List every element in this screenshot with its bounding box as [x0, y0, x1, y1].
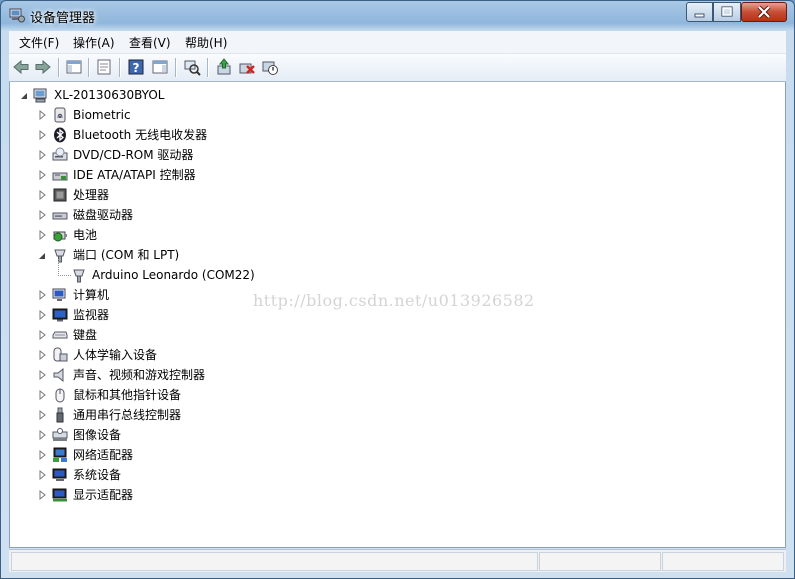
- collapsed-arrow-icon[interactable]: [38, 485, 48, 505]
- computer-icon: [33, 88, 47, 103]
- minimize-button[interactable]: [686, 2, 713, 22]
- collapsed-arrow-icon[interactable]: [38, 385, 48, 405]
- tree-category-label: Biometric: [73, 108, 131, 122]
- uninstall-icon[interactable]: [238, 58, 256, 76]
- menu-action[interactable]: 操作(A): [73, 34, 115, 51]
- collapsed-arrow-icon[interactable]: [38, 185, 48, 205]
- collapsed-arrow-icon[interactable]: [38, 305, 48, 325]
- tree-category-label: 通用串行总线控制器: [73, 408, 182, 422]
- toolbar-separator: [207, 58, 209, 77]
- tree-category-label: 显示适配器: [73, 488, 134, 502]
- status-pane-main: [11, 552, 538, 571]
- ide-controller-icon: [52, 167, 68, 183]
- collapsed-arrow-icon[interactable]: [38, 365, 48, 385]
- toolbar-separator: [119, 58, 121, 77]
- scan-hardware-changes-icon[interactable]: [183, 58, 201, 76]
- device-manager-window: 设备管理器 文件(F) 操作(A) 查看(V) 帮助(H) ? XL-20130…: [0, 0, 795, 579]
- hid-icon: [52, 347, 68, 363]
- window-title: 设备管理器: [30, 11, 96, 26]
- status-pane: [662, 552, 784, 571]
- bluetooth-icon: [52, 127, 68, 143]
- properties-icon[interactable]: [95, 58, 113, 76]
- tree-root-label: XL-20130630BYOL: [54, 88, 165, 102]
- imaging-device-icon: [52, 427, 68, 443]
- back-arrow-icon[interactable]: [12, 58, 30, 76]
- device-tree[interactable]: XL-20130630BYOL Biometric Bluetooth 无线电收发…: [9, 82, 786, 548]
- tree-category-label: 计算机: [73, 288, 110, 302]
- tree-category-label: 端口 (COM 和 LPT): [73, 248, 180, 262]
- tree-connector-line: [58, 259, 71, 276]
- usb-icon: [52, 407, 68, 423]
- display-adapter-icon: [52, 487, 68, 503]
- collapsed-arrow-icon[interactable]: [38, 225, 48, 245]
- disable-device-icon[interactable]: [261, 58, 279, 76]
- collapsed-arrow-icon[interactable]: [38, 345, 48, 365]
- tree-category-label: 键盘: [73, 328, 98, 342]
- tree-category-label: 图像设备: [73, 428, 122, 442]
- keyboard-icon: [52, 327, 68, 343]
- maximize-button[interactable]: [713, 2, 741, 22]
- computer-icon: [52, 287, 68, 303]
- expanded-arrow-icon[interactable]: [38, 245, 48, 265]
- forward-arrow-icon[interactable]: [34, 58, 52, 76]
- tree-category-label: 处理器: [73, 188, 110, 202]
- disk-drive-icon: [52, 207, 68, 223]
- collapsed-arrow-icon[interactable]: [38, 165, 48, 185]
- tree-category-label: 磁盘驱动器: [73, 208, 134, 222]
- tree-category-label: 电池: [73, 228, 98, 242]
- menu-file[interactable]: 文件(F): [19, 34, 59, 51]
- update-driver-icon[interactable]: [215, 58, 233, 76]
- tree-category-label: IDE ATA/ATAPI 控制器: [73, 168, 196, 182]
- toolbar-separator: [58, 58, 60, 77]
- menu-help[interactable]: 帮助(H): [185, 34, 227, 51]
- collapsed-arrow-icon[interactable]: [38, 405, 48, 425]
- tree-category-label: DVD/CD-ROM 驱动器: [73, 148, 194, 162]
- fingerprint-icon: [52, 107, 68, 123]
- tree-category-label: 人体学输入设备: [73, 348, 158, 362]
- collapsed-arrow-icon[interactable]: [38, 125, 48, 145]
- collapsed-arrow-icon[interactable]: [38, 445, 48, 465]
- show-hide-console-tree-icon[interactable]: [65, 58, 83, 76]
- tree-category-label: 网络适配器: [73, 448, 134, 462]
- speaker-icon: [52, 367, 68, 383]
- collapsed-arrow-icon[interactable]: [38, 325, 48, 345]
- close-button[interactable]: [741, 2, 787, 22]
- toolbar: ?: [9, 54, 786, 82]
- tree-category-label: 声音、视频和游戏控制器: [73, 368, 206, 382]
- title-bar[interactable]: 设备管理器: [1, 1, 794, 31]
- mouse-icon: [52, 387, 68, 403]
- status-pane: [539, 552, 661, 571]
- toolbar-separator: [88, 58, 90, 77]
- battery-icon: [52, 227, 68, 243]
- tree-category-label: Bluetooth 无线电收发器: [73, 128, 208, 142]
- collapsed-arrow-icon[interactable]: [38, 205, 48, 225]
- svg-text:?: ?: [133, 61, 140, 75]
- system-device-icon: [52, 467, 68, 483]
- menu-bar: 文件(F) 操作(A) 查看(V) 帮助(H): [9, 31, 786, 54]
- processor-icon: [52, 187, 68, 203]
- tree-category-label: 鼠标和其他指针设备: [73, 388, 182, 402]
- collapsed-arrow-icon[interactable]: [38, 145, 48, 165]
- menu-view[interactable]: 查看(V): [129, 34, 171, 51]
- tree-category-label: 监视器: [73, 308, 110, 322]
- collapsed-arrow-icon[interactable]: [38, 425, 48, 445]
- watermark: http://blog.csdn.net/u013926582: [253, 291, 535, 310]
- collapsed-arrow-icon[interactable]: [38, 465, 48, 485]
- tree-category-label: 系统设备: [73, 468, 122, 482]
- network-adapter-icon: [52, 447, 68, 463]
- toolbar-separator: [175, 58, 177, 77]
- collapsed-arrow-icon[interactable]: [38, 105, 48, 125]
- device-manager-icon: [9, 8, 25, 23]
- show-hide-action-pane-icon[interactable]: [151, 58, 169, 76]
- status-bar: [9, 549, 786, 572]
- help-icon[interactable]: ?: [127, 58, 145, 76]
- monitor-icon: [52, 307, 68, 323]
- collapsed-arrow-icon[interactable]: [38, 285, 48, 305]
- port-icon: [71, 267, 87, 283]
- tree-device-label: Arduino Leonardo (COM22): [92, 268, 255, 282]
- expanded-arrow-icon[interactable]: [20, 85, 30, 105]
- dvd-drive-icon: [52, 147, 68, 163]
